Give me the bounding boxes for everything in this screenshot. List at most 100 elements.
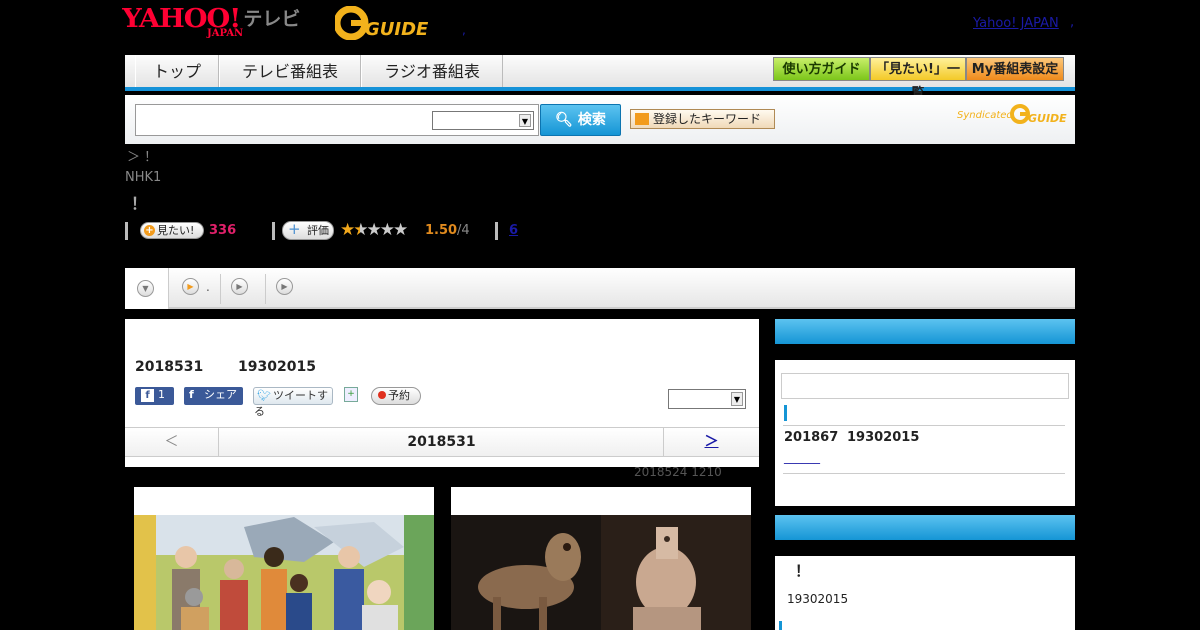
studio-photo — [134, 515, 434, 630]
dropdown-arrow-icon — [635, 113, 649, 125]
sidebar-broadcast-date: 201867 — [784, 430, 839, 445]
haniwa-photo — [451, 515, 751, 630]
channel-select[interactable]: ▼ — [668, 389, 746, 409]
facebook-share-label: シェア — [204, 388, 237, 401]
my-schedule-settings-button[interactable]: My番組表設定 — [966, 57, 1064, 81]
broadcast-date: 2018531 — [135, 359, 204, 375]
program-photo-haniwa[interactable] — [451, 487, 751, 630]
section-marker — [784, 405, 787, 421]
header-dot: , — [1070, 15, 1075, 30]
logo-tv-text: テレビ — [243, 8, 301, 30]
star-icon: ★ — [366, 220, 382, 240]
search-category-select[interactable]: ▼ — [432, 111, 534, 130]
facebook-like-button[interactable]: f1 — [135, 387, 174, 405]
registered-keyword-button[interactable]: 登録したキーワード — [630, 109, 775, 129]
half-star-icon: ★ — [353, 220, 368, 240]
rating-max: /4 — [457, 223, 470, 238]
record-icon — [378, 391, 386, 399]
sidebar-box-header — [775, 515, 1075, 540]
program-tabbar: ▼ ▶ . ▶ ▶ — [125, 268, 1075, 309]
search-button[interactable]: 🔍︎ 検索 — [540, 104, 621, 136]
tab-top[interactable]: トップ — [135, 55, 219, 87]
yahoo-tv-logo[interactable]: YAHOO! JAPAN テレビ — [122, 6, 301, 42]
chevron-down-icon: ▼ — [731, 392, 743, 406]
star-icon: ★ — [393, 220, 408, 240]
program-title: ！ — [131, 194, 148, 213]
tab-video[interactable]: ▶ . — [170, 268, 220, 309]
divider — [783, 473, 1065, 474]
global-nav: トップ テレビ番組表 ラジオ番組表 使い方ガイド 「見たい!」一覧 My番組表設… — [125, 55, 1075, 101]
breadcrumb: ＞ ！ — [127, 150, 158, 165]
plus-icon: + — [144, 225, 155, 236]
reserve-button[interactable]: 予約 — [371, 387, 421, 405]
channel-name: NHK1 — [125, 170, 162, 185]
tab-video-label: . — [206, 280, 210, 294]
header-dot: , — [462, 23, 466, 37]
registered-keyword-label: 登録したキーワード — [653, 112, 762, 126]
broadcast-card: 2018531 19302015 f1 f シェア 🐦︎ ツイートする + 予約 ▼… — [125, 319, 759, 467]
chevron-down-icon: ▼ — [137, 280, 154, 297]
program-photo-studio[interactable] — [134, 487, 434, 630]
sidebar-related-time: 19302015 — [787, 592, 849, 606]
update-note: 2018524 1210 — [634, 465, 722, 479]
mitai-count: 336 — [209, 223, 237, 238]
sidebar-related-title: ！ — [795, 562, 811, 580]
plus-icon: + — [288, 220, 301, 238]
divider — [495, 222, 498, 240]
tab-tv-schedule[interactable]: テレビ番組表 — [219, 55, 361, 87]
divider — [125, 222, 128, 240]
mitai-label: 見たい! — [157, 224, 195, 237]
comment-count-link[interactable]: 6 — [509, 223, 518, 238]
reserve-label: 予約 — [388, 389, 410, 402]
facebook-share-button[interactable]: f シェア — [184, 387, 243, 405]
sidebar-box-subheader — [775, 540, 1075, 556]
pager-next[interactable]: ＞ — [663, 428, 759, 456]
broadcast-time: 19302015 — [238, 359, 316, 375]
divider — [272, 222, 275, 240]
mitai-button[interactable]: + 見たい! — [140, 222, 204, 239]
search-icon: 🔍︎ — [555, 112, 573, 128]
tab-radio-schedule[interactable]: ラジオ番組表 — [361, 55, 503, 87]
svg-text:GUIDE: GUIDE — [1028, 112, 1067, 125]
mitai-list-button[interactable]: 「見たい!」一覧 — [870, 57, 966, 101]
rating-value: 1.50 — [425, 223, 458, 238]
pager-current-date: 2018531 — [407, 434, 476, 450]
search-bar: ▼ 🔍︎ 検索 登録したキーワード Syndicated GUIDE — [125, 95, 1075, 144]
tab-related[interactable]: ▶ — [221, 268, 265, 309]
tab-reviews[interactable]: ▶ — [266, 268, 310, 309]
divider — [783, 425, 1065, 426]
sidebar-program-link[interactable]: ______ — [784, 450, 820, 464]
play-icon: ▶ — [231, 278, 248, 295]
rating-button[interactable]: + 評価 — [282, 221, 334, 240]
sidebar-box-subheader — [775, 344, 1075, 360]
facebook-icon: f — [141, 389, 154, 402]
tab-overview[interactable]: ▼ — [125, 268, 169, 309]
syndicated-label: Syndicated — [957, 110, 1013, 121]
syndicated-gguide-logo: GUIDE — [1010, 103, 1068, 125]
svg-text:GUIDE: GUIDE — [365, 19, 429, 40]
rating-label: 評価 — [307, 224, 329, 237]
sidebar-box-broadcast: 201867 19302015 ______ — [775, 319, 1075, 506]
date-pager: ＜ 2018531 ＞ — [125, 427, 759, 457]
calendar-add-icon[interactable]: + — [344, 387, 358, 402]
play-icon: ▶ — [182, 278, 199, 295]
star-icon: ★ — [379, 220, 395, 240]
facebook-like-count: 1 — [158, 388, 165, 401]
tweet-button[interactable]: 🐦︎ ツイートする — [253, 387, 333, 418]
sidebar-search-input[interactable] — [781, 373, 1069, 399]
star-icon: ★ — [340, 220, 355, 240]
search-button-label: 検索 — [577, 112, 606, 128]
logo-japan-text: JAPAN — [207, 28, 244, 39]
section-marker — [779, 621, 782, 630]
sidebar-broadcast-time: 19302015 — [847, 430, 920, 445]
sidebar-box-related: ！ 19302015 — [775, 515, 1075, 630]
chevron-down-icon: ▼ — [519, 114, 531, 127]
pager-prev[interactable]: ＜ — [125, 428, 219, 456]
facebook-icon: f — [189, 388, 194, 401]
play-icon: ▶ — [276, 278, 293, 295]
star-rating: ★★★★★ — [340, 220, 408, 240]
yahoo-japan-link[interactable]: Yahoo! JAPAN — [973, 16, 1059, 31]
usage-guide-button[interactable]: 使い方ガイド — [773, 57, 870, 81]
sidebar-box-header — [775, 319, 1075, 344]
gguide-logo[interactable]: GUIDE — [333, 5, 431, 41]
